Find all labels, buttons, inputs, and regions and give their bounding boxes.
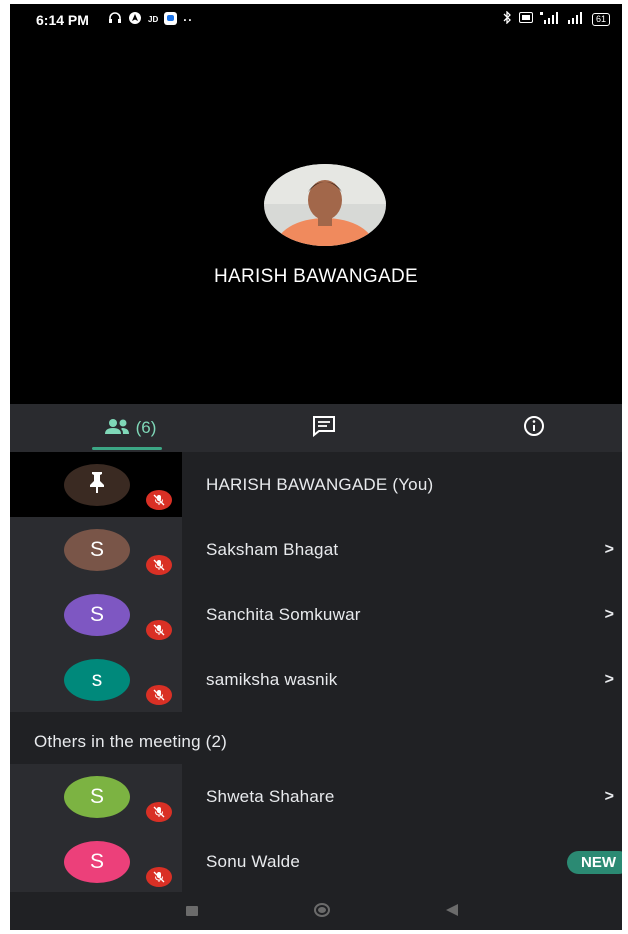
status-left-icons: JD ·· (108, 11, 193, 28)
status-time: 6:14 PM (36, 12, 89, 28)
mic-off-icon (146, 490, 172, 510)
participant-name: Saksham Bhagat (206, 539, 339, 559)
avatar: s (64, 659, 130, 701)
mic-off-icon (146, 685, 172, 705)
new-badge: NEW (567, 851, 622, 874)
meet-screen: 6:14 PM JD ·· 61 HARISH BAWANGADE (6) HA… (10, 4, 622, 930)
back-button[interactable] (446, 904, 458, 916)
participant-row[interactable]: s samiksha wasnik > (10, 647, 622, 712)
info-icon (523, 415, 545, 442)
avatar: S (64, 529, 130, 571)
home-button[interactable] (314, 903, 330, 917)
volte-icon (518, 12, 533, 26)
participant-row-self[interactable]: HARISH BAWANGADE (You) (10, 452, 622, 517)
chevron-right-icon[interactable]: > (605, 764, 614, 829)
participant-name: HARISH BAWANGADE (You) (206, 474, 434, 494)
presenter-video-area[interactable]: HARISH BAWANGADE (10, 34, 622, 404)
participant-tile: S (10, 582, 182, 647)
tab-chat[interactable] (274, 404, 374, 452)
participant-tile: S (10, 517, 182, 582)
signal-icon (567, 11, 585, 27)
bluetooth-icon (502, 10, 512, 27)
headphones-icon (108, 12, 122, 27)
participant-tile: S (10, 764, 182, 829)
mic-off-icon (146, 555, 172, 575)
battery-icon: 61 (591, 12, 610, 26)
pin-icon (86, 470, 108, 500)
participant-row[interactable]: S Shweta Shahare > (10, 764, 622, 829)
chevron-right-icon[interactable]: > (605, 582, 614, 647)
participant-tile: S (10, 829, 182, 894)
participant-row[interactable]: S Saksham Bhagat > (10, 517, 622, 582)
participant-tile: s (10, 647, 182, 712)
others-section-header: Others in the meeting (2) (34, 732, 228, 751)
avatar (64, 464, 130, 506)
chevron-right-icon[interactable]: > (605, 647, 614, 712)
people-count: (6) (135, 418, 157, 437)
mic-off-icon (146, 620, 172, 640)
mic-off-icon (146, 802, 172, 822)
mic-off-icon (146, 867, 172, 887)
participant-row[interactable]: S Sonu Walde NEW (10, 829, 622, 894)
participant-list: HARISH BAWANGADE (You) S Saksham Bhagat … (10, 452, 622, 930)
presenter-avatar (264, 164, 386, 246)
chat-app-icon (164, 11, 178, 28)
presenter-name: HARISH BAWANGADE (214, 266, 418, 287)
system-nav-bar (10, 892, 622, 930)
panel-tabs: (6) (10, 404, 622, 452)
recents-button[interactable] (186, 906, 198, 916)
status-bar: 6:14 PM JD ·· 61 (10, 4, 622, 34)
participant-name: Sanchita Somkuwar (206, 604, 361, 624)
tab-info[interactable] (484, 404, 584, 452)
participant-tile (10, 452, 182, 517)
participant-name: Shweta Shahare (206, 786, 335, 806)
active-tab-indicator (92, 447, 162, 450)
avatar: S (64, 594, 130, 636)
jd-app-icon: JD (148, 15, 159, 24)
avatar: S (64, 841, 130, 883)
more-dots-icon: ·· (183, 12, 194, 27)
navigation-icon (128, 11, 142, 28)
participant-row[interactable]: S Sanchita Somkuwar > (10, 582, 622, 647)
avatar: S (64, 776, 130, 818)
chat-icon (311, 415, 337, 442)
people-icon (104, 418, 130, 439)
status-right-icons: 61 (502, 10, 610, 27)
participant-name: samiksha wasnik (206, 669, 338, 689)
signal-4g-icon (539, 11, 560, 27)
participant-name: Sonu Walde (206, 851, 300, 871)
tab-people[interactable]: (6) (70, 404, 190, 452)
chevron-right-icon[interactable]: > (605, 517, 614, 582)
